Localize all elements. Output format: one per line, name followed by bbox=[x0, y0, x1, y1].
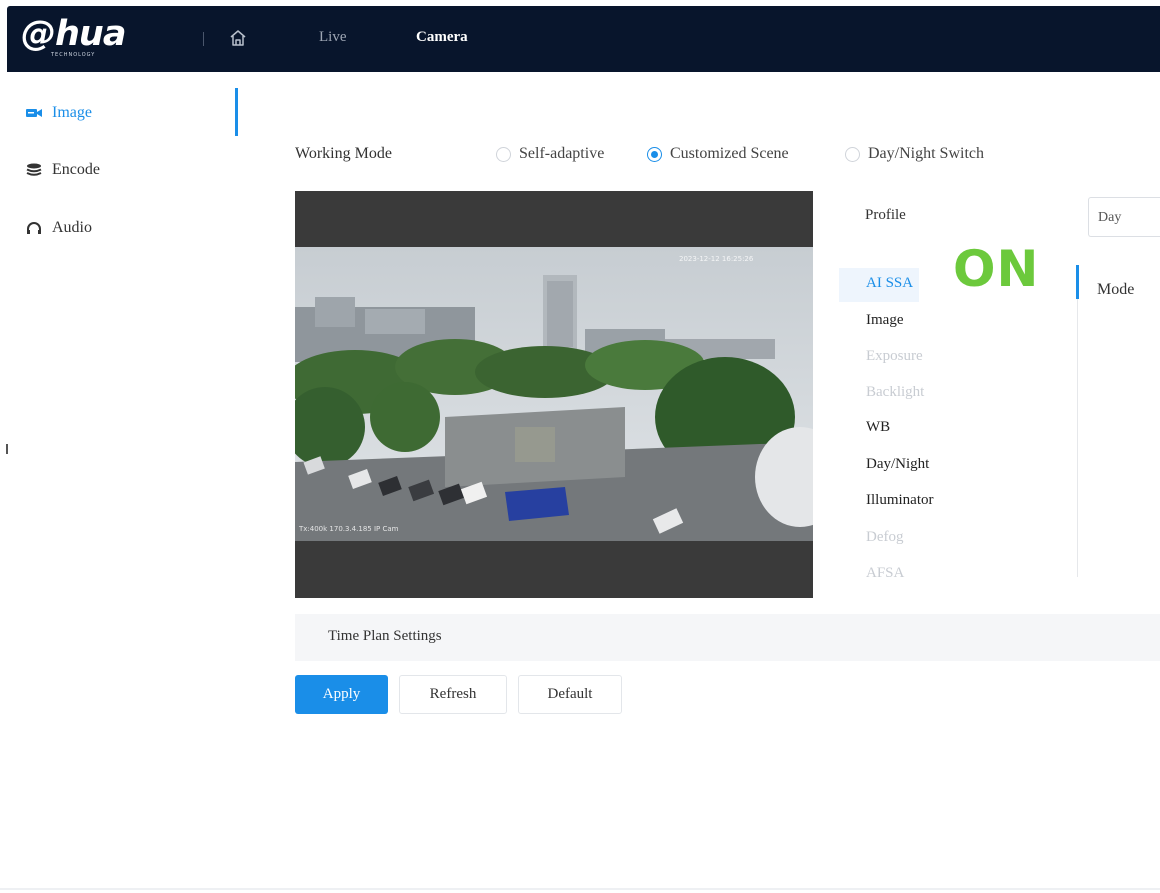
menu-item-wb[interactable]: WB bbox=[866, 419, 890, 436]
menu-item-exposure: Exposure bbox=[866, 348, 923, 364]
bottom-border bbox=[0, 888, 1160, 890]
radio-circle[interactable] bbox=[647, 146, 662, 162]
mode-label: Mode bbox=[1097, 281, 1135, 298]
default-button[interactable]: Default bbox=[518, 675, 622, 714]
logo-subtitle: TECHNOLOGY bbox=[51, 52, 96, 58]
sidebar-item-label: Image bbox=[52, 104, 92, 121]
sidebar-item-label: Encode bbox=[52, 161, 100, 178]
radio-self-adaptive[interactable]: Self-adaptive bbox=[496, 145, 604, 163]
camera-icon bbox=[26, 109, 42, 117]
sidebar-item-encode[interactable]: Encode bbox=[26, 158, 100, 182]
window-edge-mark bbox=[6, 444, 8, 454]
camera-scene-image: 2023-12-12 16:25:26 Tx:400k 170.3.4.185 … bbox=[295, 247, 813, 541]
menu-item-illuminator[interactable]: Illuminator bbox=[866, 492, 934, 509]
profile-select[interactable]: Day bbox=[1088, 197, 1160, 237]
radio-label: Day/Night Switch bbox=[868, 145, 984, 162]
radio-label: Self-adaptive bbox=[519, 145, 605, 162]
time-plan-settings-bar[interactable]: Time Plan Settings bbox=[295, 614, 1160, 661]
radio-label: Customized Scene bbox=[670, 145, 789, 162]
menu-divider-line bbox=[1077, 265, 1078, 577]
sidebar-item-audio[interactable]: Audio bbox=[26, 216, 92, 240]
radio-customized-scene[interactable]: Customized Scene bbox=[647, 145, 789, 163]
osd-timestamp: 2023-12-12 16:25:26 bbox=[679, 255, 754, 263]
menu-item-day-night[interactable]: Day/Night bbox=[866, 456, 929, 473]
menu-item-image[interactable]: Image bbox=[866, 312, 903, 329]
nav-camera[interactable]: Camera bbox=[416, 29, 468, 46]
live-preview-panel: 2023-12-12 16:25:26 Tx:400k 170.3.4.185 … bbox=[295, 191, 813, 598]
menu-item-afsa: AFSA bbox=[866, 565, 905, 581]
top-navigation-bar: @hua TECHNOLOGY Live Camera bbox=[7, 6, 1160, 72]
logo-text: @hua bbox=[21, 14, 126, 54]
sidebar-item-image[interactable]: Image bbox=[26, 101, 92, 125]
headphones-icon bbox=[27, 222, 41, 234]
working-mode-label: Working Mode bbox=[295, 145, 392, 162]
menu-item-ai-ssa[interactable]: AI SSA bbox=[866, 275, 913, 292]
layers-icon bbox=[26, 163, 42, 176]
nav-divider bbox=[203, 32, 204, 46]
menu-item-backlight: Backlight bbox=[866, 384, 925, 400]
radio-day-night-switch[interactable]: Day/Night Switch bbox=[845, 145, 984, 163]
time-plan-label: Time Plan Settings bbox=[328, 628, 442, 644]
radio-circle[interactable] bbox=[496, 146, 511, 162]
nav-live[interactable]: Live bbox=[319, 29, 347, 46]
on-status-overlay: ON bbox=[953, 240, 1040, 298]
osd-channel-info: Tx:400k 170.3.4.185 IP Cam bbox=[298, 525, 399, 533]
apply-button[interactable]: Apply bbox=[295, 675, 388, 714]
camera-video-feed[interactable]: 2023-12-12 16:25:26 Tx:400k 170.3.4.185 … bbox=[295, 247, 813, 541]
home-icon[interactable] bbox=[229, 29, 247, 47]
menu-active-indicator bbox=[1076, 265, 1079, 299]
refresh-button[interactable]: Refresh bbox=[399, 675, 507, 714]
dahua-logo[interactable]: @hua TECHNOLOGY bbox=[21, 14, 171, 64]
profile-label: Profile bbox=[865, 207, 906, 223]
menu-item-defog: Defog bbox=[866, 529, 904, 545]
sidebar-item-label: Audio bbox=[52, 219, 92, 236]
sidebar-active-indicator bbox=[235, 88, 238, 136]
radio-circle[interactable] bbox=[845, 146, 860, 162]
